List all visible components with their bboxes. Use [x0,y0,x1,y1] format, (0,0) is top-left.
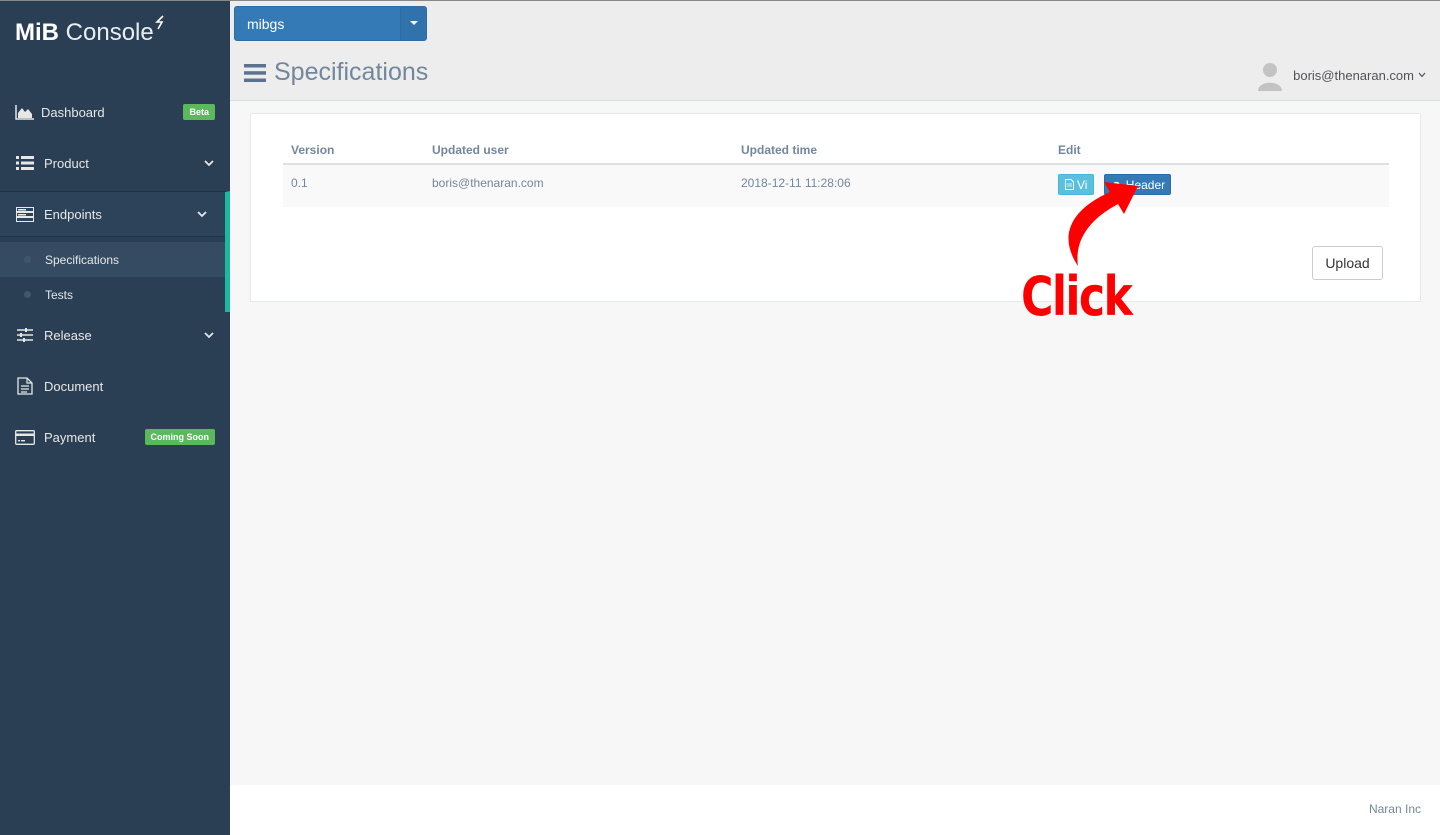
view-button-label: Vi [1077,177,1088,192]
file-text-icon [15,377,35,395]
sidebar-item-label: Payment [44,429,96,445]
project-dropdown-toggle[interactable] [400,7,426,40]
cell-version: 0.1 [283,164,424,207]
chevron-down-icon [197,211,207,218]
cloud-upload-icon [1110,181,1122,189]
table-row: 0.1 boris@thenaran.com 2018-12-11 11:28:… [283,164,1389,207]
sidebar: MiB Console Dashboard Beta Product Endpo… [0,0,230,835]
column-header: Updated time [733,136,1050,165]
endpoints-row: Endpoints [0,194,225,234]
server-icon [15,205,35,223]
sidebar-item-payment[interactable]: Payment Coming Soon [0,417,230,457]
column-header: Edit [1050,136,1389,165]
endpoints-group: Endpoints Specifications Tests [0,191,230,312]
project-select[interactable]: mibgs [234,6,427,41]
area-chart-icon [15,103,35,121]
specifications-table: Version Updated user Updated time Edit 0… [283,136,1389,207]
logo-light: Console [65,19,154,46]
cell-time: 2018-12-11 11:28:06 [733,164,1050,207]
bolt-icon [154,15,164,30]
column-header: Version [283,136,424,165]
coming-soon-badge: Coming Soon [144,429,215,445]
sidebar-item-product[interactable]: Product [0,143,230,183]
cell-user: boris@thenaran.com [424,164,733,207]
user-email: boris@thenaran.com [1293,67,1414,83]
footer-text: Naran Inc [1368,802,1421,816]
specifications-panel: Version Updated user Updated time Edit 0… [250,113,1421,302]
upload-button[interactable]: Upload [1312,246,1383,280]
chevron-down-icon [204,160,214,167]
sidebar-item-endpoints[interactable]: Endpoints [0,192,225,237]
sidebar-item-label: Dashboard [41,104,105,120]
footer: Naran Inc [230,785,1440,835]
cell-edit: Vi Header [1050,164,1389,207]
logo-bold: MiB [15,19,59,46]
bullet-icon [24,291,31,298]
file-icon [1065,179,1074,190]
page-title-text: Specifications [274,58,429,86]
column-header: Updated user [424,136,733,165]
top-bar: mibgs Specifications boris@thenaran.com [230,0,1440,101]
page-title: Specifications [244,58,428,87]
header-button-label: Header [1125,177,1166,192]
sidebar-subitem-label: Specifications [45,252,120,267]
sliders-icon [15,326,35,344]
view-button[interactable]: Vi [1058,174,1095,195]
sidebar-subitem-specifications[interactable]: Specifications [0,242,225,277]
sidebar-item-label: Document [44,378,104,394]
sidebar-item-dashboard[interactable]: Dashboard Beta [0,92,230,132]
sidebar-item-release[interactable]: Release [0,315,230,355]
user-menu[interactable]: boris@thenaran.com [1257,59,1426,91]
credit-card-icon [15,428,35,446]
chevron-down-icon [204,332,214,339]
sidebar-item-label: Release [44,327,92,343]
sidebar-item-document[interactable]: Document [0,366,230,406]
beta-badge: Beta [183,104,215,120]
sidebar-item-label: Endpoints [44,206,102,222]
avatar [1258,63,1283,91]
project-name: mibgs [247,16,285,32]
chevron-down-icon [1418,72,1426,78]
sidebar-subitem-label: Tests [45,287,74,302]
menu-toggle-icon[interactable] [244,63,266,82]
list-icon [15,154,35,172]
sidebar-subitem-tests[interactable]: Tests [0,277,225,312]
annotation-click-text: Click [1021,265,1133,328]
bullet-icon [24,256,31,263]
caret-down-icon [410,21,418,25]
header-button[interactable]: Header [1103,174,1172,195]
app-logo[interactable]: MiB Console [15,15,164,47]
sidebar-item-label: Product [44,155,89,171]
